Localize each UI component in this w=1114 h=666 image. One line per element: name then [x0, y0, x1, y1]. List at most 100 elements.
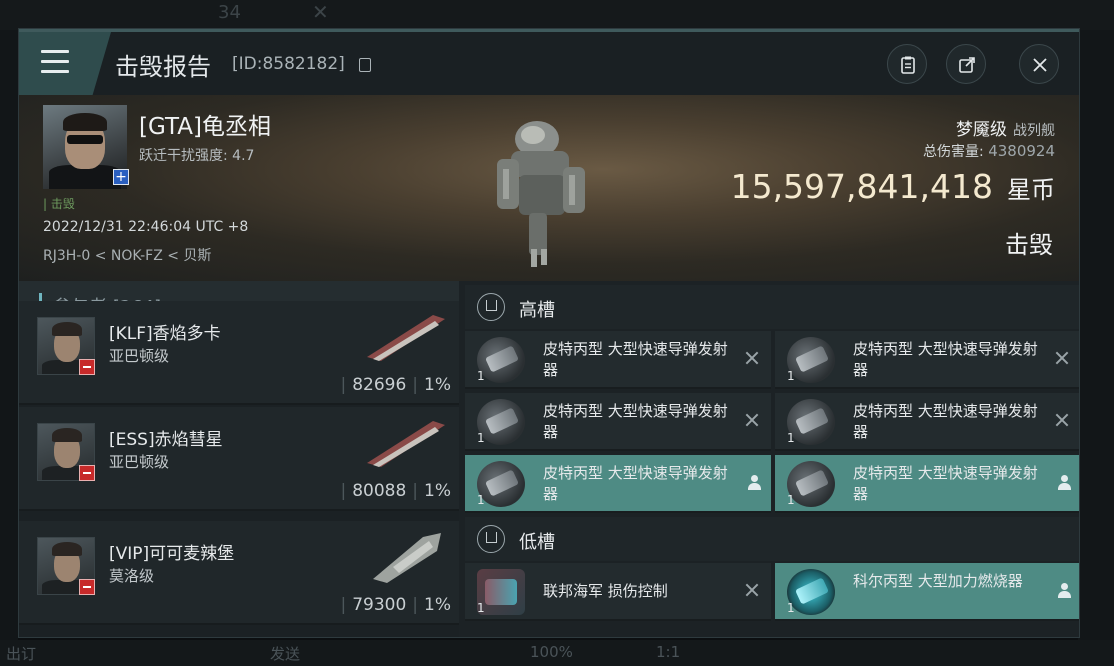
item-name: 皮特丙型 大型快速导弹发射器	[853, 402, 1038, 441]
high-slot-header: 高槽	[465, 285, 1079, 329]
minus-icon	[79, 579, 95, 595]
fitting-item[interactable]: 1 科尔丙型 大型加力燃烧器	[775, 563, 1079, 621]
fitting-panel: 高槽 1 皮特丙型 大型快速导弹发射器 1 皮特丙型 大型快速导弹发射器 1 皮…	[465, 281, 1079, 637]
low-slot-header: 低槽	[465, 517, 1079, 561]
item-name: 联邦海军 损伤控制	[543, 582, 668, 600]
victim-banner: + [GTA]龟丞相 跃迁干扰强度: 4.7 | 击毁 2022/12/31 2…	[19, 95, 1079, 281]
victim-name[interactable]: [GTA]龟丞相	[139, 107, 271, 141]
share-button[interactable]	[946, 44, 986, 84]
participant-row[interactable]: [ESS]赤焰彗星 亚巴顿级 | 80088 | 1%	[19, 407, 459, 511]
kill-location[interactable]: RJ3H-0 < NOK-FZ < 贝斯	[43, 245, 211, 265]
participant-name: [KLF]香焰多卡	[109, 324, 221, 344]
isk-unit: 星币	[1007, 176, 1055, 204]
fitting-item[interactable]: 1 皮特丙型 大型快速导弹发射器	[775, 393, 1079, 451]
participant-damage: 80088	[352, 481, 407, 501]
item-qty: 1	[787, 369, 795, 383]
background-top-bar: 34 ✕	[0, 0, 1114, 30]
kill-datetime: 2022/12/31 22:46:04 UTC +8	[43, 219, 249, 235]
isk-value: 15,597,841,418 星币	[731, 167, 1055, 206]
item-name: 皮特丙型 大型快速导弹发射器	[853, 340, 1038, 379]
participant-percent: 1%	[424, 375, 451, 395]
high-slot-icon	[477, 293, 505, 321]
dropped-user-icon	[1057, 583, 1071, 599]
item-name: 皮特丙型 大型快速导弹发射器	[543, 464, 728, 503]
page-title: 击毁报告	[115, 53, 211, 81]
participant-ship-icon	[367, 421, 445, 467]
participant-ship-icon	[373, 533, 441, 583]
participant-ship: 莫洛级	[109, 567, 155, 585]
kill-status: 击毁	[1005, 231, 1053, 259]
item-name: 皮特丙型 大型快速导弹发射器	[853, 464, 1038, 503]
item-qty: 1	[787, 431, 795, 445]
destroyed-icon	[1053, 349, 1071, 367]
menu-button[interactable]	[19, 32, 111, 95]
killmail-panel: 击毁报告 [ID:8582182] + [GTA]龟丞相 跃迁干扰强度: 4.7…	[18, 28, 1080, 638]
high-slot-label: 高槽	[519, 300, 555, 321]
participant-name: [ESS]赤焰彗星	[109, 430, 223, 450]
warp-scramble-strength: 跃迁干扰强度: 4.7	[139, 148, 255, 164]
destroyed-icon	[743, 349, 761, 367]
item-qty: 1	[477, 369, 485, 383]
participant-row[interactable]: [KLF]香焰多卡 亚巴顿级 | 82696 | 1%	[19, 301, 459, 405]
add-contact-icon[interactable]: +	[113, 169, 129, 185]
kill-tag: | 击毁	[43, 197, 75, 211]
fitting-item[interactable]: 1 皮特丙型 大型快速导弹发射器	[775, 331, 1079, 389]
background-send-button[interactable]: 发送	[270, 643, 300, 664]
victim-ship-image[interactable]	[489, 109, 599, 269]
dropped-user-icon	[747, 475, 761, 491]
share-icon	[959, 57, 975, 73]
close-button[interactable]	[1019, 44, 1059, 84]
background-ratio: 1:1	[656, 643, 681, 661]
background-count: 34	[218, 2, 241, 23]
total-damage-value: 4380924	[988, 142, 1055, 160]
participant-stats: | 82696 | 1%	[340, 375, 451, 395]
item-qty: 1	[477, 493, 485, 507]
clipboard-button[interactable]	[887, 44, 927, 84]
participant-percent: 1%	[424, 595, 451, 615]
participant-stats: | 80088 | 1%	[340, 481, 451, 501]
close-icon	[1033, 58, 1047, 72]
background-close-icon: ✕	[312, 0, 329, 24]
background-bottom-label: 出订	[6, 645, 37, 663]
participant-damage: 82696	[352, 375, 407, 395]
item-qty: 1	[477, 431, 485, 445]
background-right-strip	[1078, 30, 1114, 640]
clipboard-icon	[901, 56, 915, 74]
ship-class: 战列舰	[1013, 123, 1055, 139]
hamburger-icon	[41, 50, 69, 73]
fitting-item[interactable]: 1 联邦海军 损伤控制	[465, 563, 771, 621]
low-slot-label: 低槽	[519, 532, 555, 553]
low-slot-icon	[477, 525, 505, 553]
item-name: 皮特丙型 大型快速导弹发射器	[543, 340, 728, 379]
fitting-item[interactable]: 1 皮特丙型 大型快速导弹发射器	[465, 393, 771, 451]
participant-row[interactable]: [VIP]可可麦辣堡 莫洛级 | 79300 | 1%	[19, 521, 459, 625]
copy-icon[interactable]	[359, 58, 371, 72]
item-qty: 1	[477, 601, 485, 615]
fitting-item[interactable]: 1 皮特丙型 大型快速导弹发射器	[465, 331, 771, 389]
item-qty: 1	[787, 493, 795, 507]
victim-ship-type[interactable]: 梦魇级 战列舰	[956, 115, 1055, 140]
participants-list: 参与者 [264] [KLF]香焰多卡 亚巴顿级 |82696|1% [ESS]…	[19, 281, 459, 637]
item-qty: 1	[787, 601, 795, 615]
background-zoom: 100%	[530, 643, 573, 661]
isk-amount: 15,597,841,418	[730, 167, 993, 206]
total-damage: 总伤害量: 4380924	[923, 141, 1055, 161]
participant-ship: 亚巴顿级	[109, 347, 170, 365]
minus-icon	[79, 465, 95, 481]
fitting-item[interactable]: 1 皮特丙型 大型快速导弹发射器	[775, 455, 1079, 513]
item-name: 皮特丙型 大型快速导弹发射器	[543, 402, 728, 441]
dropped-user-icon	[1057, 475, 1071, 491]
fitting-item[interactable]: 1 皮特丙型 大型快速导弹发射器	[465, 455, 771, 513]
participant-stats: | 79300 | 1%	[340, 595, 451, 615]
panel-header: 击毁报告 [ID:8582182]	[19, 29, 1079, 95]
destroyed-icon	[743, 411, 761, 429]
killmail-id: [ID:8582182]	[232, 54, 345, 74]
participant-name: [VIP]可可麦辣堡	[109, 544, 235, 564]
participant-percent: 1%	[424, 481, 451, 501]
item-name: 科尔丙型 大型加力燃烧器	[853, 572, 1023, 590]
background-bottom-bar: 出订 发送 100% 1:1	[0, 640, 1114, 666]
participant-damage: 79300	[352, 595, 407, 615]
participant-ship-icon	[367, 315, 445, 361]
destroyed-icon	[1053, 411, 1071, 429]
background-left-strip	[0, 30, 18, 640]
